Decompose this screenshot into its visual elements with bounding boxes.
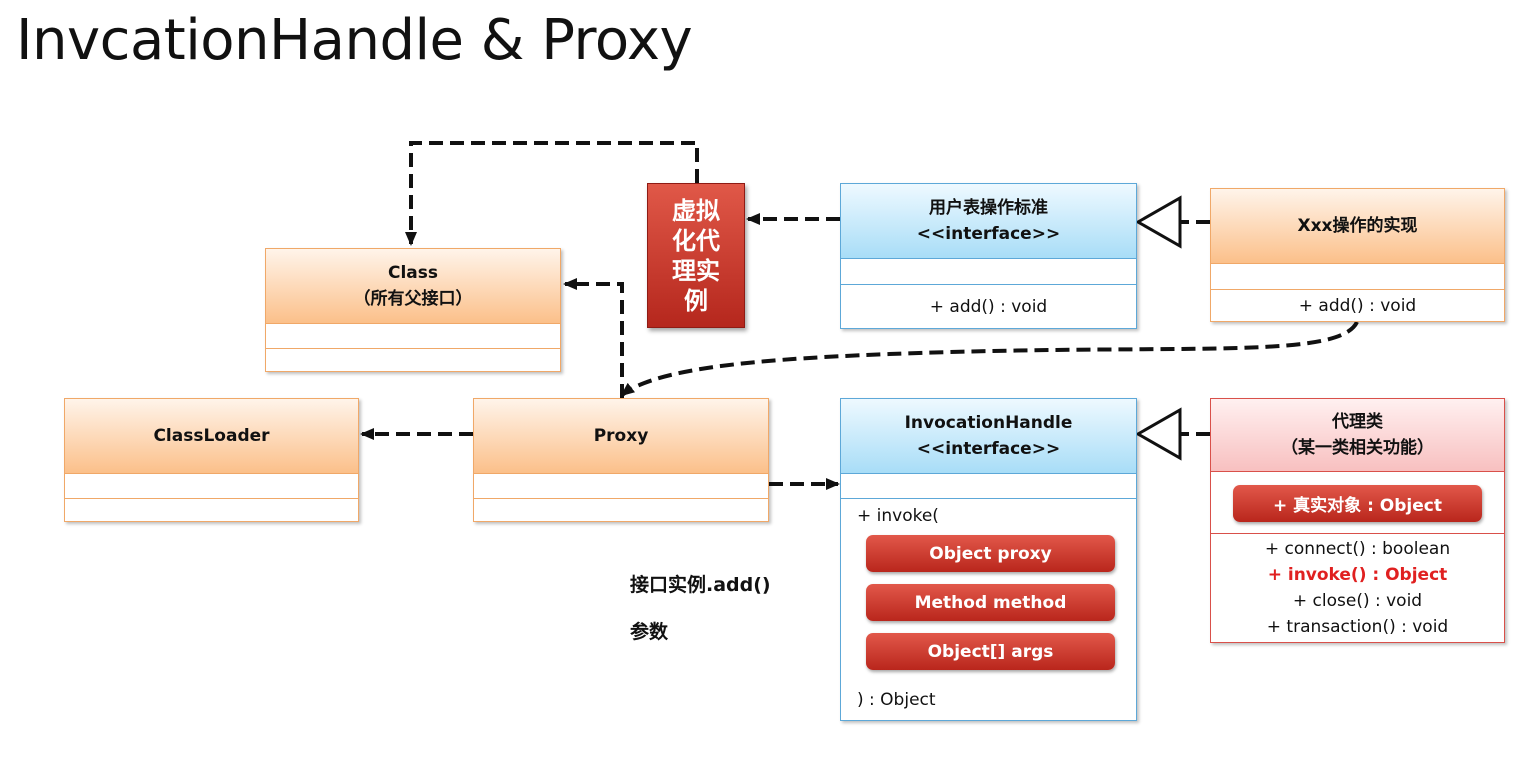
classloader-operations [65,498,358,521]
class-box-operations [266,348,560,371]
proxy-header: Proxy [474,399,768,474]
proxy-class-op-close: + close() : void [1292,591,1423,611]
class-box-subtitle: （所有父接口） [353,289,473,309]
proxy-class-real-object-attr[interactable]: + 真实对象 : Object [1233,485,1482,522]
proxy-operations [474,498,768,521]
classloader-box[interactable]: ClassLoader [64,398,359,522]
proxy-class-name: 代理类 [1332,411,1383,432]
invoke-close: ) : Object [857,690,936,710]
virtual-proxy-instance[interactable]: 虚拟化代理实例 [647,183,745,328]
class-box-name: Class [387,263,438,283]
user-interface-name: 用户表操作标准 [929,198,1048,218]
connector-layer [360,141,1359,490]
xxx-impl-box[interactable]: Xxx操作的实现 + add() : void [1210,188,1505,322]
user-interface-stereotype: <<interface>> [916,224,1061,244]
realization-triangle-top [1134,195,1182,249]
class-box[interactable]: Class （所有父接口） [265,248,561,372]
note-params: 参数 [630,621,669,643]
param-method-method[interactable]: Method method [866,584,1115,621]
virtual-proxy-instance-label: 虚拟化代理实例 [672,196,720,315]
user-interface-attributes [841,259,1136,284]
xxx-impl-operations: + add() : void [1211,289,1504,321]
xxx-impl-attributes [1211,264,1504,289]
invoke-open: + invoke( [857,506,939,526]
xxx-impl-header: Xxx操作的实现 [1211,189,1504,264]
proxy-class-header: 代理类 （某一类相关功能） [1211,399,1504,472]
user-interface-box[interactable]: 用户表操作标准 <<interface>> + add() : void [840,183,1137,329]
proxy-class-subtitle: （某一类相关功能） [1281,437,1434,458]
proxy-attributes [474,474,768,498]
proxy-class-op-invoke: + invoke() : Object [1267,565,1448,585]
proxy-name: Proxy [593,426,649,446]
class-box-header: Class （所有父接口） [266,249,560,324]
invocation-handle-name: InvocationHandle [904,413,1073,433]
classloader-header: ClassLoader [65,399,358,474]
note-interface-call: 接口实例.add() [630,574,771,596]
invocation-handle-stereotype: <<interface>> [916,439,1061,459]
arrow-proxy-to-class [563,278,624,398]
user-interface-operations: + add() : void [841,284,1136,328]
param-object-proxy[interactable]: Object proxy [866,535,1115,572]
classloader-attributes [65,474,358,498]
arrow-impl-to-proxy [620,320,1359,397]
proxy-class-operations: + connect() : boolean + invoke() : Objec… [1211,533,1504,642]
param-object-args[interactable]: Object[] args [866,633,1115,670]
realization-triangle-bottom [1134,407,1182,461]
class-box-attributes [266,324,560,348]
invocation-handle-header: InvocationHandle <<interface>> [841,399,1136,474]
invocation-handle-attributes [841,474,1136,498]
user-interface-add-op: + add() : void [929,296,1048,317]
user-interface-header: 用户表操作标准 <<interface>> [841,184,1136,259]
classloader-name: ClassLoader [153,426,270,446]
proxy-class-op-connect: + connect() : boolean [1264,539,1451,559]
xxx-impl-name: Xxx操作的实现 [1297,216,1418,236]
proxy-class-op-transaction: + transaction() : void [1266,617,1449,637]
xxx-impl-add-op: + add() : void [1298,295,1417,316]
proxy-box[interactable]: Proxy [473,398,769,522]
